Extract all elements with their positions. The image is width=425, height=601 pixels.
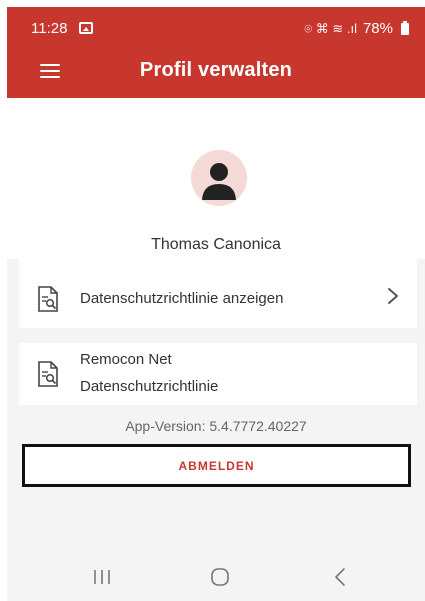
user-name: Thomas Canonica: [151, 236, 281, 253]
page-title: Profil verwalten: [139, 59, 293, 81]
remocon-privacy-label: Remocon Net Datenschutzrichtlinie: [80, 346, 218, 400]
document-search-icon: [38, 361, 58, 387]
logout-button[interactable]: ABMELDEN: [22, 444, 411, 487]
privacy-policy-item[interactable]: Datenschutzrichtlinie anzeigen: [19, 259, 417, 328]
document-search-icon: [38, 286, 58, 312]
battery-level: 78%: [362, 20, 393, 37]
app-header: 11:28 ⌾ ⌘ ≋ .ıl 78% Profil verwalten: [7, 7, 425, 98]
app-screen: 11:28 ⌾ ⌘ ≋ .ıl 78% Profil verwalten Tho…: [7, 7, 425, 601]
app-version: App-Version: 5.4.7772.40227: [125, 418, 307, 434]
chevron-right-icon: [388, 288, 398, 304]
user-avatar-icon: [191, 150, 247, 206]
status-time: 11:28: [31, 20, 68, 37]
remocon-label-line1: Remocon Net: [80, 351, 172, 368]
profile-section: Thomas Canonica: [7, 98, 425, 259]
system-nav-bar: [7, 557, 425, 597]
remocon-privacy-item[interactable]: Remocon Net Datenschutzrichtlinie: [19, 343, 417, 405]
home-icon[interactable]: [205, 565, 235, 589]
status-bar: 11:28 ⌾ ⌘ ≋ .ıl 78%: [7, 17, 425, 41]
privacy-policy-label: Datenschutzrichtlinie anzeigen: [80, 290, 284, 307]
remocon-label-line2: Datenschutzrichtlinie: [80, 378, 219, 395]
status-right-group: ⌾ ⌘ ≋ .ıl 78%: [304, 20, 409, 37]
recent-apps-icon[interactable]: [87, 565, 117, 589]
back-icon[interactable]: [325, 565, 355, 589]
image-notification-icon: [79, 22, 93, 34]
battery-icon: [401, 20, 409, 35]
signal-icons: ⌾ ⌘ ≋ .ıl: [304, 20, 357, 36]
logout-label: ABMELDEN: [178, 458, 255, 473]
